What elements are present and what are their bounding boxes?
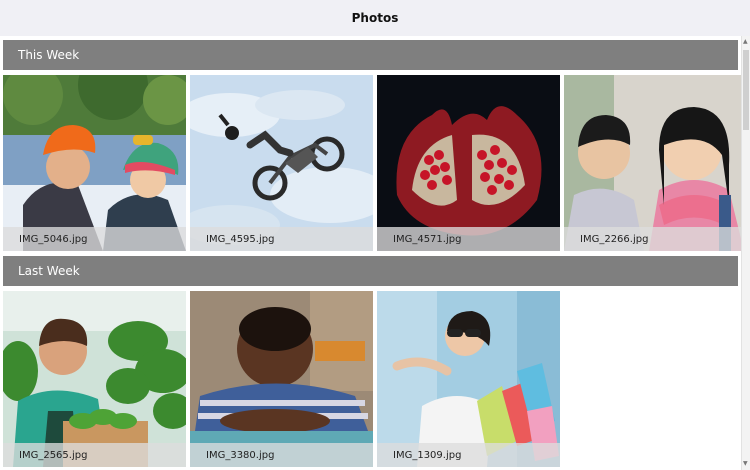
section-header-this-week: This Week bbox=[3, 40, 738, 70]
photo-caption: IMG_2266.jpg bbox=[564, 227, 741, 251]
photo-tile[interactable]: IMG_5046.jpg bbox=[3, 75, 186, 251]
scroll-up-icon[interactable]: ▲ bbox=[743, 39, 748, 45]
photo-pomegranate-icon bbox=[377, 75, 560, 251]
section-header-last-week: Last Week bbox=[3, 256, 738, 286]
photo-tile[interactable]: IMG_3380.jpg bbox=[190, 291, 373, 467]
photo-gardener-vegetables-icon bbox=[3, 291, 186, 467]
photo-caption: IMG_5046.jpg bbox=[3, 227, 186, 251]
scroll-down-icon[interactable]: ▼ bbox=[743, 461, 748, 467]
title-bar: Photos bbox=[0, 0, 750, 36]
photo-woman-shopping-bags-icon bbox=[377, 291, 560, 467]
photo-motocross-jump-icon bbox=[190, 75, 373, 251]
photo-tile[interactable]: IMG_4571.jpg bbox=[377, 75, 560, 251]
photo-caption: IMG_2565.jpg bbox=[3, 443, 186, 467]
photo-tile[interactable]: IMG_2565.jpg bbox=[3, 291, 186, 467]
photo-tile[interactable]: IMG_2266.jpg bbox=[564, 75, 741, 251]
photo-father-son-winter-icon bbox=[3, 75, 186, 251]
photo-children-portrait-icon bbox=[564, 75, 741, 251]
window-title: Photos bbox=[351, 11, 399, 25]
vertical-scrollbar[interactable]: ▲ ▼ bbox=[741, 36, 750, 470]
photo-boy-smiling-icon bbox=[190, 291, 373, 467]
photo-gallery: This Week IMG_5046.jpg IMG_4595.jpg IMG_… bbox=[0, 36, 741, 470]
photo-tile[interactable]: IMG_1309.jpg bbox=[377, 291, 560, 467]
photo-tile[interactable]: IMG_4595.jpg bbox=[190, 75, 373, 251]
photo-caption: IMG_1309.jpg bbox=[377, 443, 560, 467]
photo-caption: IMG_4595.jpg bbox=[190, 227, 373, 251]
scrollbar-thumb[interactable] bbox=[743, 50, 749, 130]
photo-caption: IMG_3380.jpg bbox=[190, 443, 373, 467]
photo-caption: IMG_4571.jpg bbox=[377, 227, 560, 251]
